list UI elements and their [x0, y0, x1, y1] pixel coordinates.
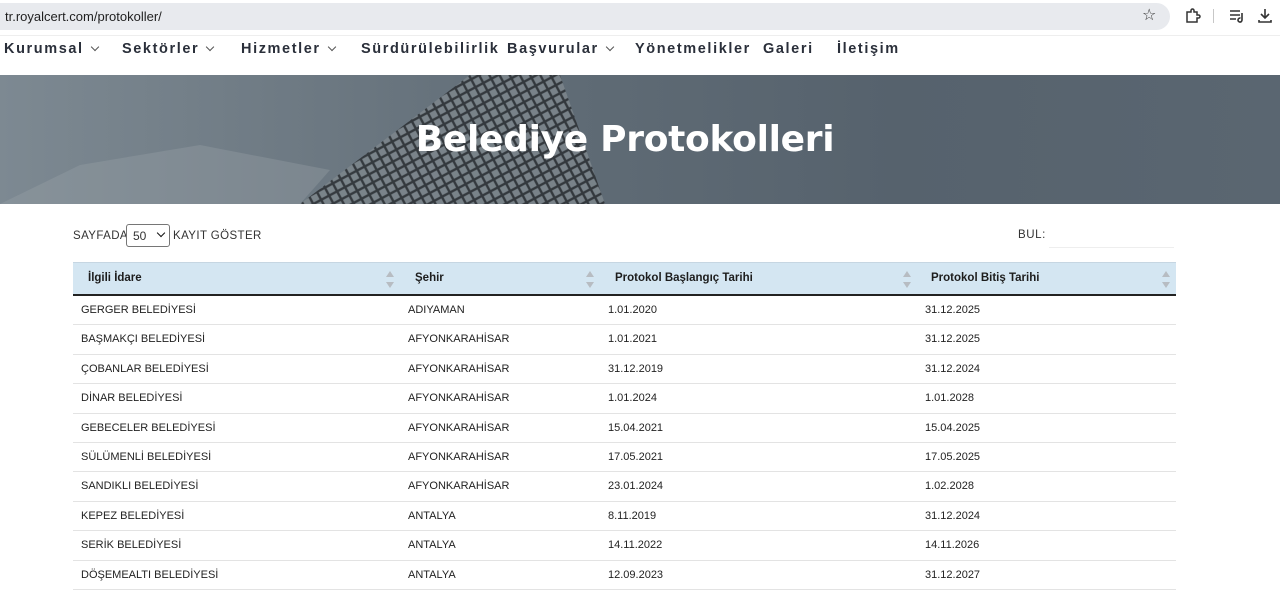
nav-item-surdurulebilirlik[interactable]: Sürdürülebilirlik — [361, 41, 499, 57]
column-header-bitis[interactable]: Protokol Bitiş Tarihi — [931, 272, 1039, 284]
cell-bitis: 1.02.2028 — [925, 480, 974, 493]
column-header-sehir[interactable]: Şehir — [415, 272, 444, 284]
cell-baslangic: 1.01.2024 — [608, 392, 657, 405]
cell-idare: SÜLÜMENLİ BELEDİYESİ — [81, 451, 212, 463]
nav-label: Sektörler — [122, 41, 200, 57]
chevron-down-icon — [156, 228, 166, 238]
toolbar-separator — [1213, 9, 1214, 23]
cell-idare: GERGER BELEDİYESİ — [81, 304, 196, 316]
table-row: SERİK BELEDİYESİ ANTALYA 14.11.2022 14.1… — [73, 531, 1176, 561]
address-bar[interactable]: tr.royalcert.com/protokoller/ ☆ — [0, 3, 1170, 30]
sort-icon[interactable] — [1162, 271, 1170, 288]
table-header: İlgili İdare Şehir Protokol Başlangıç Ta… — [73, 262, 1176, 296]
cell-bitis: 31.12.2025 — [925, 333, 981, 346]
nav-item-sektorler[interactable]: Sektörler — [122, 41, 215, 57]
cell-bitis: 15.04.2025 — [925, 421, 981, 434]
nav-item-yonetmelikler[interactable]: Yönetmelikler — [635, 41, 751, 57]
cell-baslangic: 15.04.2021 — [608, 421, 664, 434]
cell-idare: ÇOBANLAR BELEDİYESİ — [81, 362, 209, 375]
sort-icon[interactable] — [903, 271, 911, 288]
cell-sehir: ANTALYA — [408, 539, 456, 552]
nav-item-galeri[interactable]: Galeri — [763, 41, 814, 57]
cell-bitis: 31.12.2025 — [925, 304, 981, 316]
cell-baslangic: 17.05.2021 — [608, 451, 664, 463]
table-row: GEBECELER BELEDİYESİ AFYONKARAHİSAR 15.0… — [73, 414, 1176, 443]
table-row: KEPEZ BELEDİYESİ ANTALYA 8.11.2019 31.12… — [73, 502, 1176, 532]
table-row: DİNAR BELEDİYESİ AFYONKARAHİSAR 1.01.202… — [73, 384, 1176, 414]
cell-idare: DİNAR BELEDİYESİ — [81, 392, 183, 405]
nav-label: Kurumsal — [4, 41, 84, 57]
cell-idare: KEPEZ BELEDİYESİ — [81, 509, 185, 522]
cell-baslangic: 1.01.2021 — [608, 333, 657, 346]
cell-sehir: AFYONKARAHİSAR — [408, 392, 510, 405]
cell-baslangic: 23.01.2024 — [608, 480, 664, 493]
table-row: SÜLÜMENLİ BELEDİYESİ AFYONKARAHİSAR 17.0… — [73, 443, 1176, 473]
cell-baslangic: 8.11.2019 — [608, 509, 657, 522]
page-length-select[interactable]: 50 — [126, 224, 170, 247]
table-row: GERGER BELEDİYESİ ADIYAMAN 1.01.2020 31.… — [73, 296, 1176, 326]
cell-bitis: 14.11.2026 — [925, 539, 980, 552]
table-row: DÖŞEMEALTI BELEDİYESİ ANTALYA 12.09.2023… — [73, 561, 1176, 590]
nav-item-hizmetler[interactable]: Hizmetler — [241, 41, 336, 57]
page-length-value: 50 — [133, 229, 147, 243]
length-prefix-label: SAYFADA — [73, 230, 128, 242]
cell-idare: BAŞMAKÇI BELEDİYESİ — [81, 333, 206, 346]
cell-sehir: ANTALYA — [408, 568, 456, 581]
chevron-down-icon — [605, 42, 615, 52]
cell-sehir: AFYONKARAHİSAR — [408, 480, 510, 493]
cell-bitis: 31.12.2024 — [925, 509, 981, 522]
nav-label: İletişim — [837, 41, 900, 57]
cell-idare: DÖŞEMEALTI BELEDİYESİ — [81, 568, 219, 581]
nav-label: Hizmetler — [241, 41, 321, 57]
nav-label: Sürdürülebilirlik — [361, 41, 500, 57]
cell-idare: GEBECELER BELEDİYESİ — [81, 421, 216, 434]
cell-sehir: AFYONKARAHİSAR — [408, 362, 510, 375]
column-header-baslangic[interactable]: Protokol Başlangıç Tarihi — [615, 272, 753, 284]
cell-baslangic: 1.01.2020 — [608, 304, 657, 316]
cell-bitis: 1.01.2028 — [925, 392, 974, 405]
cell-baslangic: 14.11.2022 — [608, 539, 663, 552]
bookmark-star-icon[interactable]: ☆ — [1142, 7, 1156, 25]
length-suffix-label: KAYIT GÖSTER — [173, 230, 262, 242]
hero-banner: Belediye Protokolleri — [0, 75, 1280, 204]
nav-item-basvurular[interactable]: Başvurular — [507, 41, 615, 57]
chevron-down-icon — [206, 42, 215, 52]
sort-icon[interactable] — [586, 271, 594, 288]
cell-sehir: AFYONKARAHİSAR — [408, 333, 510, 346]
cell-sehir: ANTALYA — [408, 509, 456, 522]
column-header-idare[interactable]: İlgili İdare — [88, 272, 142, 284]
chevron-down-icon — [327, 42, 336, 52]
extensions-icon[interactable] — [1184, 7, 1202, 25]
reading-list-icon[interactable] — [1228, 7, 1246, 25]
nav-item-kurumsal[interactable]: Kurumsal — [4, 41, 99, 57]
table-row: ÇOBANLAR BELEDİYESİ AFYONKARAHİSAR 31.12… — [73, 355, 1176, 385]
main-navigation: Kurumsal Sektörler Hizmetler Sürdürülebi… — [0, 35, 1280, 75]
cell-bitis: 17.05.2025 — [925, 451, 981, 463]
cell-idare: SANDIKLI BELEDİYESİ — [81, 480, 199, 493]
nav-label: Başvurular — [507, 41, 599, 57]
cell-bitis: 31.12.2027 — [925, 568, 981, 581]
cell-sehir: ADIYAMAN — [408, 304, 465, 316]
cell-bitis: 31.12.2024 — [925, 362, 981, 375]
page-title: Belediye Protokolleri — [415, 119, 835, 160]
browser-toolbar: tr.royalcert.com/protokoller/ ☆ — [0, 0, 1280, 33]
url-text[interactable]: tr.royalcert.com/protokoller/ — [5, 9, 162, 24]
table-controls: SAYFADA 50 KAYIT GÖSTER BUL: — [73, 224, 1176, 248]
nav-label: Yönetmelikler — [635, 41, 751, 57]
search-label: BUL: — [1018, 229, 1046, 241]
cell-baslangic: 31.12.2019 — [608, 362, 664, 375]
table-row: SANDIKLI BELEDİYESİ AFYONKARAHİSAR 23.01… — [73, 472, 1176, 502]
cell-sehir: AFYONKARAHİSAR — [408, 421, 510, 434]
chevron-down-icon — [90, 42, 99, 52]
download-icon[interactable] — [1256, 7, 1274, 25]
nav-label: Galeri — [763, 41, 814, 57]
cell-sehir: AFYONKARAHİSAR — [408, 451, 510, 463]
cell-idare: SERİK BELEDİYESİ — [81, 539, 182, 552]
sort-icon[interactable] — [386, 271, 394, 288]
cell-baslangic: 12.09.2023 — [608, 568, 664, 581]
search-input[interactable] — [1049, 224, 1174, 248]
table-row: BAŞMAKÇI BELEDİYESİ AFYONKARAHİSAR 1.01.… — [73, 325, 1176, 355]
nav-item-iletisim[interactable]: İletişim — [837, 41, 900, 57]
